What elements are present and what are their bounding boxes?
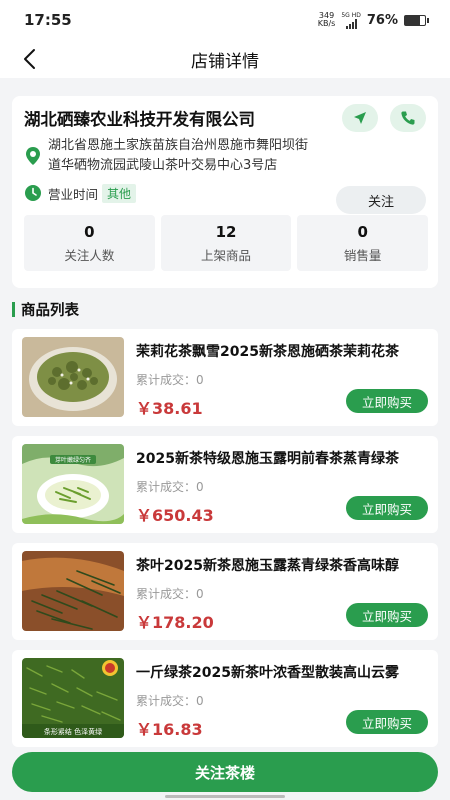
thumb-caption: 芽叶嫩绿匀齐 bbox=[55, 456, 91, 464]
home-indicator[interactable] bbox=[165, 795, 285, 798]
business-hours-tag: 其他 bbox=[102, 183, 137, 203]
shop-address-row: 湖北省恩施土家族苗族自治州恩施市舞阳坝街道华硒物流园武陵山茶叶交易中心3号店 bbox=[24, 136, 428, 175]
product-title: 茉莉花茶飘雪2025新茶恩施硒茶茉莉花茶 bbox=[136, 344, 399, 360]
page-title: 店铺详情 bbox=[191, 51, 259, 72]
back-button[interactable] bbox=[14, 44, 44, 74]
status-indicators: 349 KB/s 5G HD 76% bbox=[318, 12, 429, 29]
buy-now-button[interactable]: 立即购买 bbox=[346, 710, 428, 734]
stat-label: 销售量 bbox=[343, 247, 382, 263]
stat-sales[interactable]: 0 销售量 bbox=[297, 215, 429, 271]
follow-button[interactable]: 关注 bbox=[336, 186, 426, 214]
navigation-arrow-icon bbox=[354, 112, 366, 124]
shop-info-card: 湖北硒臻农业科技开发有限公司 湖北省恩施土家族苗族自治州恩施市舞阳坝街道华硒物流… bbox=[12, 96, 438, 288]
phone-icon bbox=[401, 111, 415, 125]
buy-now-button[interactable]: 立即购买 bbox=[346, 603, 428, 627]
product-title: 茶叶2025新茶恩施玉露蒸青绿茶香高味醇 bbox=[136, 558, 399, 574]
stat-label: 关注人数 bbox=[64, 247, 115, 263]
location-pin-icon bbox=[26, 147, 40, 165]
follow-shop-button[interactable]: 关注茶楼 bbox=[12, 752, 438, 792]
signal-icon: 5G HD bbox=[341, 12, 361, 29]
product-card[interactable]: 芽叶嫩绿匀齐 2025新茶特级恩施玉露明前春茶蒸青绿茶 累计成交：0 ￥650.… bbox=[12, 436, 438, 533]
stat-products[interactable]: 12 上架商品 bbox=[160, 215, 292, 271]
product-sales: 累计成交：0 bbox=[136, 694, 204, 708]
section-accent-bar bbox=[12, 301, 15, 317]
product-image: 芽叶嫩绿匀齐 bbox=[22, 444, 124, 524]
business-hours-label: 营业时间 bbox=[48, 186, 99, 202]
buy-now-button[interactable]: 立即购买 bbox=[346, 496, 428, 520]
thumb-caption: 条形紧结 色泽黄绿 bbox=[44, 727, 102, 736]
nav-bar: 店铺详情 bbox=[0, 40, 450, 78]
status-time: 17:55 bbox=[24, 11, 72, 29]
navigate-button[interactable] bbox=[342, 104, 378, 132]
product-title: 一斤绿茶2025新茶叶浓香型散装高山云雾 bbox=[136, 665, 399, 681]
battery-icon bbox=[404, 14, 429, 26]
stat-value: 0 bbox=[84, 222, 95, 241]
product-card[interactable]: 茉莉花茶飘雪2025新茶恩施硒茶茉莉花茶 累计成交：0 ￥38.61 立即购买 bbox=[12, 329, 438, 426]
network-type: 5G HD bbox=[341, 11, 361, 19]
stat-value: 0 bbox=[357, 222, 368, 241]
section-title: 商品列表 bbox=[21, 302, 79, 319]
product-sales: 累计成交：0 bbox=[136, 480, 204, 494]
network-speed: 349 KB/s bbox=[318, 12, 336, 28]
stat-label: 上架商品 bbox=[201, 247, 252, 263]
product-title: 2025新茶特级恩施玉露明前春茶蒸青绿茶 bbox=[136, 451, 399, 467]
product-image: 条形紧结 色泽黄绿 bbox=[22, 658, 124, 738]
product-image bbox=[22, 337, 124, 417]
product-card[interactable]: 茶叶2025新茶恩施玉露蒸青绿茶香高味醇 累计成交：0 ￥178.20 立即购买 bbox=[12, 543, 438, 640]
product-list: 茉莉花茶飘雪2025新茶恩施硒茶茉莉花茶 累计成交：0 ￥38.61 立即购买 … bbox=[0, 329, 450, 747]
shop-stats: 0 关注人数 12 上架商品 0 销售量 bbox=[24, 215, 429, 271]
product-sales: 累计成交：0 bbox=[136, 373, 204, 387]
chevron-left-icon bbox=[24, 49, 35, 69]
stat-value: 12 bbox=[215, 222, 237, 241]
product-image bbox=[22, 551, 124, 631]
shop-address: 湖北省恩施土家族苗族自治州恩施市舞阳坝街道华硒物流园武陵山茶叶交易中心3号店 bbox=[48, 138, 309, 173]
battery-percent: 76% bbox=[366, 12, 398, 28]
buy-now-button[interactable]: 立即购买 bbox=[346, 389, 428, 413]
status-bar: 17:55 349 KB/s 5G HD 76% bbox=[0, 0, 450, 40]
product-card[interactable]: 条形紧结 色泽黄绿 一斤绿茶2025新茶叶浓香型散装高山云雾 累计成交：0 ￥1… bbox=[12, 650, 438, 747]
clock-icon bbox=[25, 185, 41, 201]
product-sales: 累计成交：0 bbox=[136, 587, 204, 601]
speed-unit: KB/s bbox=[317, 19, 336, 28]
product-list-header: 商品列表 bbox=[12, 297, 450, 321]
call-button[interactable] bbox=[390, 104, 426, 132]
stat-followers[interactable]: 0 关注人数 bbox=[24, 215, 155, 271]
